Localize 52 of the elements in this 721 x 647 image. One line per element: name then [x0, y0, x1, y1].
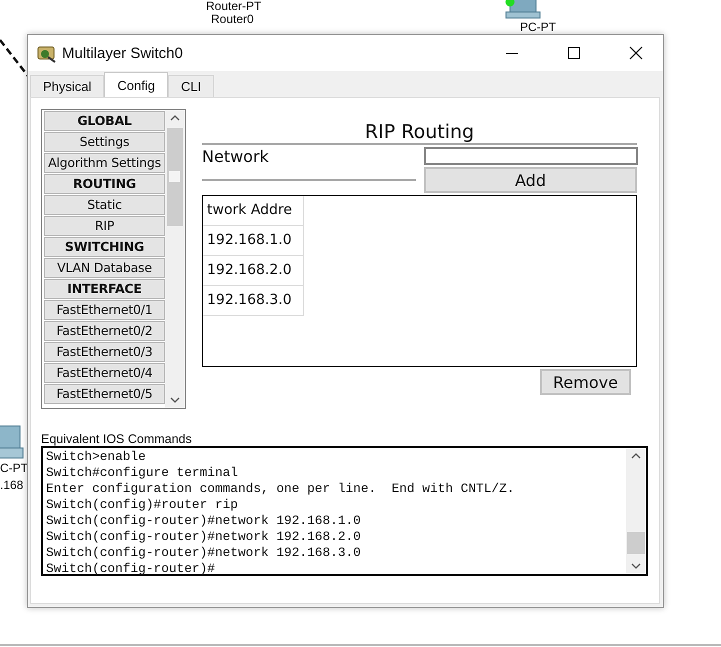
device-label: Router-PT: [206, 0, 262, 13]
sidebar-item[interactable]: Static: [44, 195, 165, 215]
device-label: Router0: [211, 12, 254, 26]
tab[interactable]: Physical: [30, 75, 104, 97]
sidebar-item[interactable]: FastEthernet0/4: [44, 363, 165, 383]
console-line: Switch(config-router)#: [46, 561, 216, 577]
window-title: Multilayer Switch0: [62, 44, 183, 62]
scroll-up-icon[interactable]: [630, 452, 642, 460]
sidebar-item[interactable]: VLAN Database: [44, 258, 165, 278]
console-line: Switch(config)#router rip: [46, 497, 239, 513]
tab[interactable]: CLI: [168, 75, 214, 97]
sidebar-item[interactable]: FastEthernet0/3: [44, 342, 165, 362]
connection-line: [0, 38, 30, 78]
console-line: Switch(config-router)#network 192.168.1.0: [46, 513, 362, 529]
device-label: .168: [0, 478, 24, 492]
scrollbar[interactable]: [165, 110, 185, 408]
table-cell: 192.168.3.0: [203, 286, 303, 316]
link-light-icon: [505, 0, 515, 7]
sidebar-item[interactable]: FastEthernet0/5: [44, 384, 165, 404]
sidebar-item[interactable]: Settings: [44, 132, 165, 152]
sidebar-item[interactable]: FastEthernet0/2: [44, 321, 165, 341]
section-label: Equivalent IOS Commands: [41, 432, 193, 446]
scrollbar[interactable]: [626, 448, 646, 574]
console-line: Switch>enable: [46, 449, 147, 465]
scroll-down-icon[interactable]: [630, 562, 642, 570]
device-label: C-PT: [0, 461, 28, 475]
console-line: Switch(config-router)#network 192.168.3.0: [46, 545, 362, 561]
computer-icon: [0, 424, 24, 460]
section-title: RIP Routing: [202, 109, 637, 145]
section-header: ROUTING: [44, 174, 165, 194]
remove-button[interactable]: Remove: [540, 369, 631, 395]
scroll-down-icon[interactable]: [169, 396, 181, 404]
sidebar-item[interactable]: RIP: [44, 216, 165, 236]
console-line: Switch#configure terminal: [46, 465, 239, 481]
section-header: SWITCHING: [44, 237, 165, 257]
sidebar-item[interactable]: FastEthernet0/1: [44, 300, 165, 320]
input-field[interactable]: [424, 147, 638, 165]
tab[interactable]: Config: [104, 72, 168, 97]
sidebar-item[interactable]: Algorithm Settings: [44, 153, 165, 173]
table-cell: 192.168.2.0: [203, 256, 303, 286]
field-label: Network: [202, 147, 269, 166]
console-line: Switch(config-router)#network 192.168.2.0: [46, 529, 362, 545]
section-header: INTERFACE: [44, 279, 165, 299]
section-header: GLOBAL: [44, 111, 165, 131]
add-button[interactable]: Add: [424, 167, 637, 193]
scrollbar-thumb[interactable]: [627, 532, 645, 554]
scroll-up-icon[interactable]: [169, 114, 181, 122]
scrollbar-thumb[interactable]: [167, 128, 183, 226]
console-line: Enter configuration commands, one per line. End with CNTL/Z.: [46, 481, 516, 497]
table-cell: 192.168.1.0: [203, 226, 303, 256]
device-label: PC-PT: [520, 20, 556, 34]
column-header: twork Addre: [203, 196, 303, 226]
